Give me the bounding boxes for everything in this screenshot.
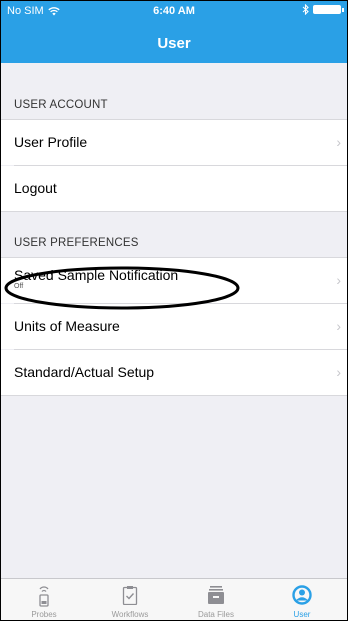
logout-label: Logout (14, 180, 57, 196)
standard-actual-setup-row[interactable]: Standard/Actual Setup › (1, 350, 347, 395)
section-header-user-preferences: USER PREFERENCES (14, 237, 139, 249)
units-of-measure-label: Units of Measure (14, 318, 120, 334)
nav-header: No SIM 6:40 AM User (1, 1, 347, 63)
status-bar: No SIM 6:40 AM (1, 1, 347, 21)
section-header-user-account: USER ACCOUNT (14, 99, 108, 111)
tab-user-label: User (293, 610, 311, 619)
chevron-right-icon: › (336, 364, 341, 380)
tab-probes[interactable]: Probes (1, 579, 87, 620)
clipboard-icon (122, 586, 138, 605)
chevron-right-icon: › (336, 134, 341, 150)
probe-icon (39, 586, 49, 607)
tab-user[interactable]: User (259, 579, 345, 620)
settings-list: USER ACCOUNT User Profile › Logout USER … (1, 63, 347, 578)
tab-bar: Probes Workflows Data Files User (1, 578, 347, 620)
user-profile-row[interactable]: User Profile › (1, 120, 347, 165)
clock: 6:40 AM (153, 5, 195, 17)
chevron-right-icon: › (336, 318, 341, 334)
data-files-icon (208, 586, 224, 604)
page-title: User (157, 35, 191, 52)
saved-sample-notification-row[interactable]: Saved Sample Notification Off › (1, 258, 347, 303)
chevron-right-icon: › (336, 272, 341, 288)
battery-icon (313, 5, 344, 14)
tab-workflows[interactable]: Workflows (87, 579, 173, 620)
bluetooth-icon (302, 4, 309, 15)
tab-workflows-label: Workflows (111, 610, 149, 619)
saved-sample-notification-label: Saved Sample Notification (14, 267, 179, 283)
saved-sample-notification-value: Off (14, 283, 24, 290)
units-of-measure-row[interactable]: Units of Measure › (1, 304, 347, 349)
phone-screen: No SIM 6:40 AM User USER ACCOUNT User Pr… (0, 0, 348, 621)
tab-data-files-label: Data Files (197, 610, 234, 619)
user-profile-label: User Profile (14, 134, 88, 150)
tab-data-files[interactable]: Data Files (173, 579, 259, 620)
standard-actual-setup-label: Standard/Actual Setup (14, 364, 155, 380)
logout-row[interactable]: Logout (1, 166, 347, 211)
user-icon (292, 585, 312, 605)
tab-probes-label: Probes (31, 610, 57, 619)
